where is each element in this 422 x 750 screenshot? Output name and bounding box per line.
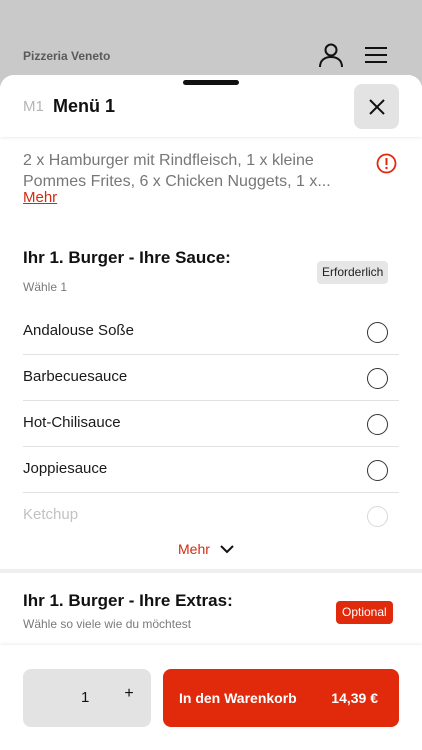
sheet-header: M1 Menü 1 xyxy=(0,75,422,137)
info-icon[interactable] xyxy=(376,153,397,174)
quantity-value: 1 xyxy=(81,689,90,706)
show-more-options-button[interactable]: Mehr xyxy=(178,541,234,557)
restaurant-name: Pizzeria Veneto xyxy=(23,49,111,63)
description-more-link[interactable]: Mehr xyxy=(23,189,57,206)
option-label: Hot-Chilisauce xyxy=(23,414,121,431)
radio-button[interactable] xyxy=(367,460,388,481)
increase-quantity-button[interactable]: + xyxy=(119,685,139,707)
close-button[interactable] xyxy=(354,84,399,129)
description-line: 2 x Hamburger mit Rindfleisch, 1 x klein… xyxy=(23,152,314,169)
radio-button[interactable] xyxy=(367,414,388,435)
sauce-option-barbecue[interactable]: Barbecuesauce xyxy=(23,355,399,401)
close-icon xyxy=(368,98,385,115)
sauce-option-joppie[interactable]: Joppiesauce xyxy=(23,447,399,493)
sauce-section-subtitle: Wähle 1 xyxy=(23,280,68,294)
menu-code: M1 xyxy=(23,98,44,115)
add-to-cart-label: In den Warenkorb xyxy=(179,690,297,706)
cart-price: 14,39 € xyxy=(331,690,378,706)
description-line: Pommes Frites, 6 x Chicken Nuggets, 1 x.… xyxy=(23,173,331,190)
option-label: Joppiesauce xyxy=(23,460,108,477)
radio-button[interactable] xyxy=(367,322,388,343)
product-sheet: M1 Menü 1 2 x Hamburger mit Rindfleisch,… xyxy=(0,75,422,750)
option-label: Barbecuesauce xyxy=(23,368,128,385)
product-description: 2 x Hamburger mit Rindfleisch, 1 x klein… xyxy=(23,150,368,192)
sheet-title: Menü 1 xyxy=(53,96,116,116)
required-badge: Erforderlich xyxy=(317,261,389,284)
chevron-down-icon xyxy=(220,544,234,553)
sauce-option-andalouse[interactable]: Andalouse Soße xyxy=(23,309,399,355)
add-to-cart-button[interactable]: In den Warenkorb 14,39 € xyxy=(163,669,399,727)
radio-button[interactable] xyxy=(367,368,388,389)
optional-badge: Optional xyxy=(336,601,393,624)
show-more-label: Mehr xyxy=(178,541,210,557)
sheet-grabber[interactable] xyxy=(183,80,239,85)
sauce-option-ketchup[interactable]: Ketchup xyxy=(23,493,399,539)
option-label: Andalouse Soße xyxy=(23,322,134,339)
option-label: Ketchup xyxy=(23,506,79,523)
extras-section-subtitle: Wähle so viele wie du möchtest xyxy=(23,617,192,631)
quantity-stepper[interactable]: 1 + xyxy=(23,669,151,727)
hamburger-menu-icon[interactable] xyxy=(364,46,388,64)
sauce-section-title: Ihr 1. Burger - Ihre Sauce: xyxy=(23,248,231,267)
radio-button[interactable] xyxy=(367,506,388,527)
sheet-footer: 1 + In den Warenkorb 14,39 € xyxy=(0,645,422,750)
user-icon[interactable] xyxy=(318,42,344,68)
extras-section-title: Ihr 1. Burger - Ihre Extras: xyxy=(23,591,233,610)
section-divider xyxy=(0,569,422,573)
sauce-option-hot-chili[interactable]: Hot-Chilisauce xyxy=(23,401,399,447)
